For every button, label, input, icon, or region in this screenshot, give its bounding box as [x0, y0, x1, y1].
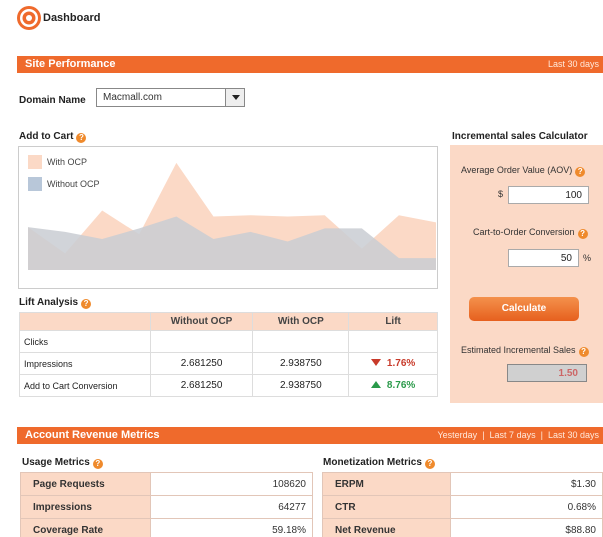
help-icon[interactable]: ?	[424, 459, 435, 469]
arrow-up-icon	[370, 381, 381, 388]
add-to-cart-chart-svg	[28, 162, 436, 270]
metric-label: Page Requests	[20, 472, 151, 496]
metric-label: Coverage Rate	[20, 518, 151, 537]
cell-with-ocp	[252, 330, 350, 353]
aov-input[interactable]: 100	[508, 186, 589, 204]
metric-label: ERPM	[322, 472, 451, 496]
cell-without-ocp: 2.681250	[149, 374, 254, 397]
help-icon[interactable]: ?	[81, 299, 92, 309]
table-row: Impressions 2.681250 2.938750 1.76%	[19, 352, 438, 375]
chevron-down-icon[interactable]	[225, 89, 244, 106]
account-revenue-title: Account Revenue Metrics	[25, 429, 160, 441]
cell-with-ocp: 2.938750	[252, 374, 350, 397]
cell-without-ocp: 2.681250	[149, 352, 254, 375]
column-header: Lift	[348, 312, 438, 331]
cell-lift: 1.76%	[348, 352, 438, 375]
ocp-logo-icon	[17, 6, 41, 30]
lift-value: 8.76%	[386, 380, 416, 391]
metric-label: CTR	[322, 495, 451, 519]
range-links: Yesterday | Last 7 days | Last 30 days	[437, 430, 599, 440]
metric-value: 59.18%	[149, 518, 314, 537]
monetization-metrics-table: ERPM $1.30 CTR 0.68% Net Revenue $88.80	[322, 472, 603, 537]
domain-name-label: Domain Name	[19, 95, 86, 106]
metric-value: 64277	[149, 495, 314, 519]
add-to-cart-chart: With OCP Without OCP	[18, 146, 438, 289]
metric-value: 0.68%	[449, 495, 603, 519]
metric-value: $1.30	[449, 472, 603, 496]
monetization-metrics-heading: Monetization Metrics?	[323, 457, 435, 469]
row-label: Add to Cart Conversion	[19, 374, 151, 397]
currency-unit: $	[498, 189, 504, 199]
range-separator: |	[482, 430, 485, 440]
column-header: With OCP	[252, 312, 350, 331]
help-icon[interactable]: ?	[76, 133, 87, 143]
column-header	[19, 312, 151, 331]
result-label-text: Estimated Incremental Sales	[461, 345, 576, 355]
monetization-metrics-title: Monetization Metrics	[323, 457, 422, 468]
cell-without-ocp	[149, 330, 254, 353]
lift-value: 1.76%	[386, 358, 416, 369]
legend-label-with-ocp: With OCP	[47, 157, 88, 167]
metric-label: Net Revenue	[322, 518, 451, 537]
aov-label: Average Order Value (AOV)?	[461, 165, 586, 177]
calculator-panel: Average Order Value (AOV)? $ 100 Cart-to…	[450, 145, 603, 403]
site-performance-range-link[interactable]: Last 30 days	[548, 59, 599, 69]
usage-metrics-title: Usage Metrics	[22, 457, 90, 468]
lift-analysis-title: Lift Analysis	[19, 297, 79, 308]
legend-swatch-with-ocp	[28, 155, 42, 169]
help-icon[interactable]: ?	[577, 229, 588, 239]
help-icon[interactable]: ?	[575, 167, 586, 177]
calculator-title: Incremental sales Calculator	[452, 131, 588, 142]
range-link-last-30-days[interactable]: Last 30 days	[548, 430, 599, 440]
table-header-row: Without OCP With OCP Lift	[19, 312, 438, 331]
lift-analysis-heading: Lift Analysis?	[19, 297, 92, 309]
row-label: Clicks	[19, 330, 151, 353]
cell-with-ocp: 2.938750	[252, 352, 350, 375]
column-header: Without OCP	[149, 312, 254, 331]
aov-label-text: Average Order Value (AOV)	[461, 165, 573, 175]
arrow-down-icon	[370, 359, 381, 366]
metric-label: Impressions	[20, 495, 151, 519]
percent-unit: %	[583, 253, 592, 263]
domain-select-value: Macmall.com	[103, 92, 162, 103]
site-performance-bar: Site Performance Last 30 days	[17, 56, 603, 73]
legend-label-without-ocp: Without OCP	[47, 179, 100, 189]
add-to-cart-heading: Add to Cart?	[19, 131, 87, 143]
table-row: Net Revenue $88.80	[322, 518, 603, 537]
metric-value: 108620	[149, 472, 314, 496]
conversion-label: Cart-to-Order Conversion?	[473, 227, 588, 239]
table-row: CTR 0.68%	[322, 495, 603, 519]
help-icon[interactable]: ?	[578, 347, 589, 357]
row-label: Impressions	[19, 352, 151, 375]
lift-analysis-table: Without OCP With OCP Lift Clicks Impress…	[19, 312, 438, 397]
legend-swatch-without-ocp	[28, 177, 42, 191]
table-row: ERPM $1.30	[322, 472, 603, 496]
calculate-button[interactable]: Calculate	[469, 297, 579, 321]
cell-lift	[348, 330, 438, 353]
table-row: Add to Cart Conversion 2.681250 2.938750…	[19, 374, 438, 397]
result-value: 1.50	[507, 364, 587, 382]
page-title: Dashboard	[43, 12, 101, 24]
metric-value: $88.80	[449, 518, 603, 537]
range-link-last-7-days[interactable]: Last 7 days	[490, 430, 536, 440]
account-revenue-bar: Account Revenue Metrics Yesterday | Last…	[17, 427, 603, 444]
site-performance-title: Site Performance	[25, 58, 116, 70]
cell-lift: 8.76%	[348, 374, 438, 397]
table-row: Coverage Rate 59.18%	[20, 518, 314, 537]
table-row: Clicks	[19, 330, 438, 353]
usage-metrics-heading: Usage Metrics?	[22, 457, 103, 469]
domain-select[interactable]: Macmall.com	[96, 88, 245, 107]
result-label: Estimated Incremental Sales?	[461, 345, 589, 357]
add-to-cart-title: Add to Cart	[19, 131, 74, 142]
conversion-input[interactable]: 50	[508, 249, 579, 267]
help-icon[interactable]: ?	[92, 459, 103, 469]
usage-metrics-table: Page Requests 108620 Impressions 64277 Cov…	[20, 472, 314, 537]
range-separator: |	[540, 430, 543, 440]
table-row: Page Requests 108620	[20, 472, 314, 496]
table-row: Impressions 64277	[20, 495, 314, 519]
conversion-label-text: Cart-to-Order Conversion	[473, 227, 575, 237]
range-link-yesterday[interactable]: Yesterday	[437, 430, 477, 440]
